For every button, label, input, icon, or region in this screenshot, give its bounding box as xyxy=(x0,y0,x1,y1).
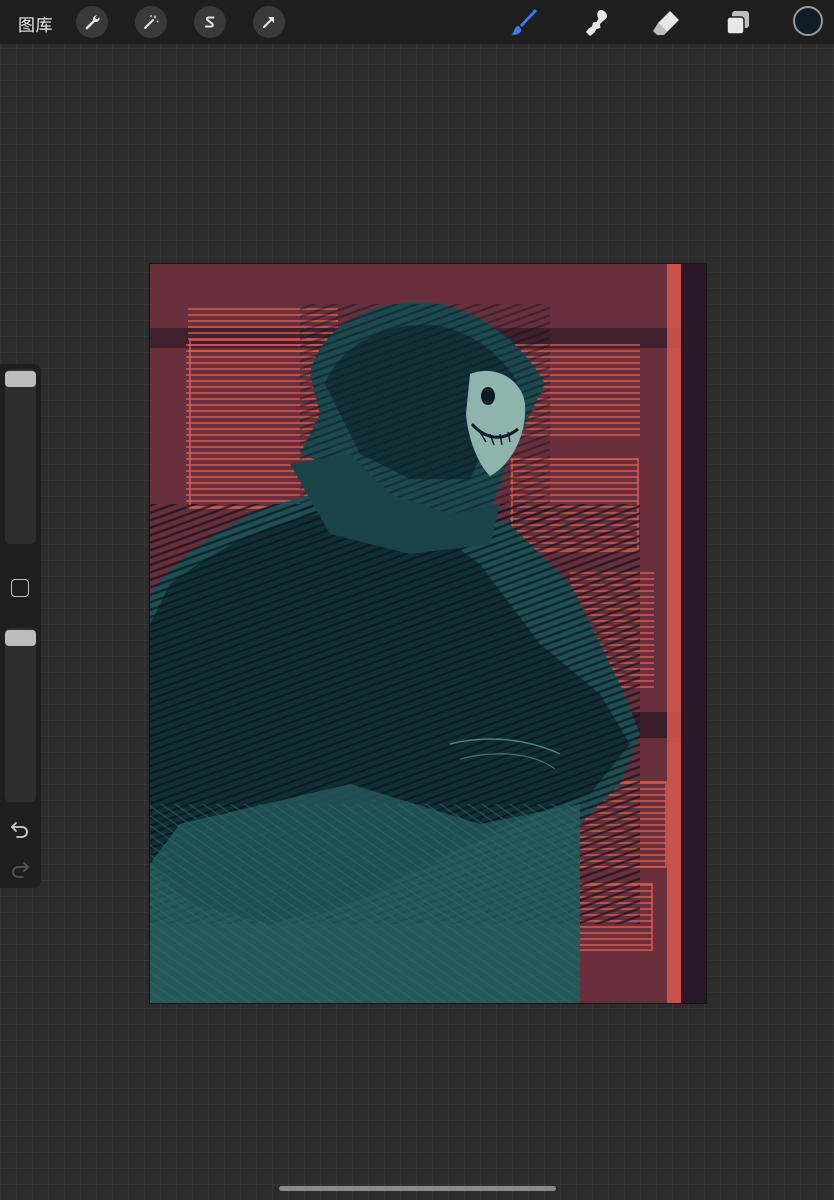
undo-icon[interactable] xyxy=(9,820,31,838)
artwork xyxy=(150,264,706,1003)
smudge-icon[interactable] xyxy=(581,8,611,38)
brush-size-thumb[interactable] xyxy=(5,371,36,387)
layers-icon[interactable] xyxy=(723,8,753,38)
redo-icon[interactable] xyxy=(9,860,31,878)
color-picker-swatch[interactable] xyxy=(793,6,823,36)
gallery-button[interactable]: 图库 xyxy=(18,11,53,36)
top-toolbar: 图库 xyxy=(0,0,834,44)
transform-arrow-icon[interactable] xyxy=(253,6,285,38)
brush-size-slider[interactable] xyxy=(5,369,36,544)
opacity-slider[interactable] xyxy=(5,628,36,802)
wrench-icon[interactable] xyxy=(76,6,108,38)
opacity-thumb[interactable] xyxy=(5,630,36,646)
eraser-icon[interactable] xyxy=(651,8,681,38)
modify-square-icon[interactable] xyxy=(11,579,29,597)
home-indicator[interactable] xyxy=(279,1186,556,1191)
magic-wand-icon[interactable] xyxy=(135,6,167,38)
brush-icon[interactable] xyxy=(510,8,540,38)
left-sidebar xyxy=(0,364,41,888)
drawing-canvas[interactable] xyxy=(150,264,706,1003)
selection-s-icon[interactable] xyxy=(194,6,226,38)
